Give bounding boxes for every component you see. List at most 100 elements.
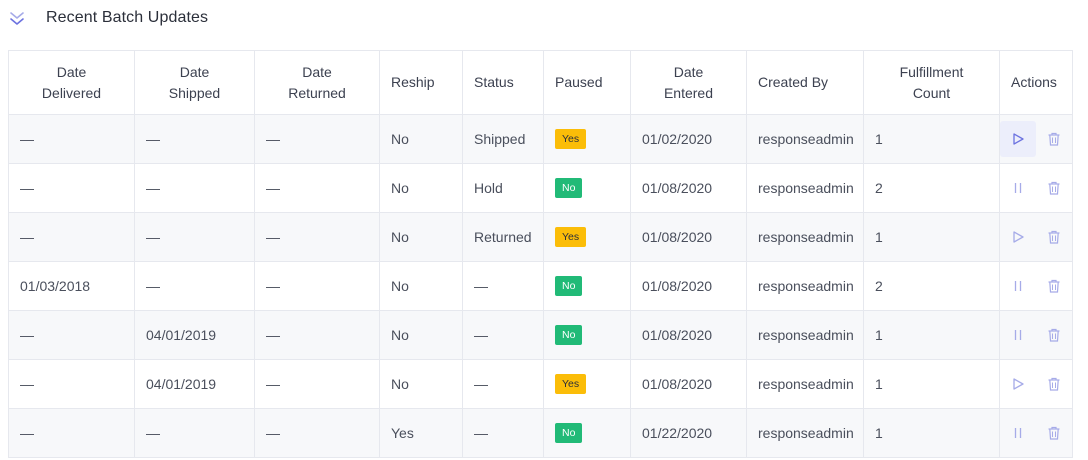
paused-cell: No bbox=[543, 310, 631, 360]
reship-cell: No bbox=[379, 359, 463, 409]
column-header-status[interactable]: Status bbox=[462, 50, 544, 115]
play-icon bbox=[1013, 231, 1024, 243]
date-delivered-cell: — bbox=[8, 163, 135, 213]
created-by-cell: responseadmin bbox=[746, 212, 864, 262]
date-shipped-cell: — bbox=[134, 114, 255, 164]
actions-cell bbox=[999, 310, 1073, 360]
created-by-cell: responseadmin bbox=[746, 261, 864, 311]
paused-cell: Yes bbox=[543, 114, 631, 164]
paused-cell: No bbox=[543, 163, 631, 213]
delete-button[interactable] bbox=[1042, 121, 1066, 157]
pause-button[interactable] bbox=[1000, 317, 1036, 353]
date-entered-cell: 01/22/2020 bbox=[630, 408, 747, 458]
paused-badge: No bbox=[555, 178, 583, 198]
column-header-label: Date bbox=[673, 63, 704, 80]
delete-button[interactable] bbox=[1042, 415, 1066, 451]
reship-cell: Yes bbox=[379, 408, 463, 458]
fulfillment-count-cell: 2 bbox=[863, 163, 1000, 213]
double-chevron-down-icon[interactable] bbox=[8, 7, 26, 29]
delete-button[interactable] bbox=[1042, 268, 1066, 304]
column-header-reship[interactable]: Reship bbox=[379, 50, 463, 115]
batch-updates-table: Date Delivered Date Shipped Date Returned Resh… bbox=[8, 50, 1073, 458]
play-icon bbox=[1013, 133, 1024, 145]
created-by-cell: responseadmin bbox=[746, 114, 864, 164]
paused-cell: Yes bbox=[543, 359, 631, 409]
fulfillment-count-cell: 1 bbox=[863, 408, 1000, 458]
date-entered-cell: 01/08/2020 bbox=[630, 163, 747, 213]
reship-cell: No bbox=[379, 163, 463, 213]
column-header-label-line2: Count bbox=[912, 84, 951, 101]
pause-button[interactable] bbox=[1000, 170, 1036, 206]
column-header-label-line2: Shipped bbox=[168, 84, 221, 101]
delete-button[interactable] bbox=[1042, 219, 1066, 255]
column-header-label: Created By bbox=[758, 74, 829, 90]
date-shipped-cell: — bbox=[134, 212, 255, 262]
column-header-date-shipped[interactable]: Date Shipped bbox=[134, 50, 255, 115]
pause-icon bbox=[1014, 281, 1022, 291]
column-header-label: Paused bbox=[555, 74, 603, 90]
column-header-label: Date bbox=[179, 63, 210, 80]
actions-cell bbox=[999, 163, 1073, 213]
column-header-label: Status bbox=[474, 74, 514, 90]
paused-cell: No bbox=[543, 261, 631, 311]
trash-icon bbox=[1048, 279, 1060, 293]
trash-icon bbox=[1048, 230, 1060, 244]
status-cell: — bbox=[462, 408, 544, 458]
table-row: —04/01/2019— No — No 01/08/2020 responseadmin… bbox=[8, 310, 1073, 360]
date-returned-cell: — bbox=[254, 212, 380, 262]
paused-badge: No bbox=[555, 423, 583, 443]
table-row: — — — No Returned Yes 01/08/2020 responseadmin 1 bbox=[8, 212, 1073, 262]
created-by-cell: responseadmin bbox=[746, 163, 864, 213]
column-header-date-entered[interactable]: Date Entered bbox=[630, 50, 747, 115]
column-header-actions[interactable]: Actions bbox=[999, 50, 1073, 115]
delete-button[interactable] bbox=[1042, 366, 1066, 402]
resume-button[interactable] bbox=[1000, 121, 1036, 157]
date-delivered-cell: — bbox=[8, 310, 135, 360]
delete-button[interactable] bbox=[1042, 317, 1066, 353]
pause-icon bbox=[1014, 183, 1022, 193]
column-header-fulfillment-count[interactable]: Fulfillment Count bbox=[863, 50, 1000, 115]
created-by-cell: responseadmin bbox=[746, 408, 864, 458]
column-header-date-returned[interactable]: Date Returned bbox=[254, 50, 380, 115]
table-row: 01/03/2018— — No — No 01/08/2020 responseadmin… bbox=[8, 261, 1073, 311]
paused-cell: No bbox=[543, 408, 631, 458]
table-row: — — — No Hold No 01/08/2020 responseadmin 2 bbox=[8, 163, 1073, 213]
trash-icon bbox=[1048, 328, 1060, 342]
actions-cell bbox=[999, 261, 1073, 311]
trash-icon bbox=[1048, 181, 1060, 195]
resume-button[interactable] bbox=[1000, 366, 1036, 402]
resume-button[interactable] bbox=[1000, 219, 1036, 255]
paused-badge: Yes bbox=[555, 374, 587, 394]
fulfillment-count-cell: 2 bbox=[863, 261, 1000, 311]
date-returned-cell: — bbox=[254, 359, 380, 409]
date-shipped-cell: 04/01/2019 bbox=[134, 310, 255, 360]
actions-cell bbox=[999, 408, 1073, 458]
column-header-label: Reship bbox=[391, 74, 435, 90]
created-by-cell: responseadmin bbox=[746, 359, 864, 409]
actions-cell bbox=[999, 212, 1073, 262]
pause-button[interactable] bbox=[1000, 268, 1036, 304]
status-cell: — bbox=[462, 261, 544, 311]
paused-badge: No bbox=[555, 276, 583, 296]
date-entered-cell: 01/08/2020 bbox=[630, 310, 747, 360]
table-header-row: Date Delivered Date Shipped Date Returned Resh… bbox=[8, 50, 1073, 115]
column-header-label: Actions bbox=[1011, 74, 1057, 90]
date-returned-cell: — bbox=[254, 310, 380, 360]
column-header-date-delivered[interactable]: Date Delivered bbox=[8, 50, 135, 115]
date-returned-cell: — bbox=[254, 114, 380, 164]
table-row: —04/01/2019— No — Yes 01/08/2020 responseadmi… bbox=[8, 359, 1073, 409]
created-by-cell: responseadmin bbox=[746, 310, 864, 360]
date-shipped-cell: — bbox=[134, 261, 255, 311]
column-header-paused[interactable]: Paused bbox=[543, 50, 631, 115]
date-entered-cell: 01/08/2020 bbox=[630, 261, 747, 311]
column-header-created-by[interactable]: Created By bbox=[746, 50, 864, 115]
delete-button[interactable] bbox=[1042, 170, 1066, 206]
column-header-label-line2: Delivered bbox=[41, 84, 102, 101]
column-header-label-line2: Entered bbox=[663, 84, 714, 101]
column-header-label: Date bbox=[56, 63, 87, 80]
pause-icon bbox=[1014, 330, 1022, 340]
date-entered-cell: 01/02/2020 bbox=[630, 114, 747, 164]
table-row: — — — No Shipped Yes 01/02/2020 responseadmin 1 bbox=[8, 114, 1073, 164]
pause-button[interactable] bbox=[1000, 415, 1036, 451]
trash-icon bbox=[1048, 377, 1060, 391]
